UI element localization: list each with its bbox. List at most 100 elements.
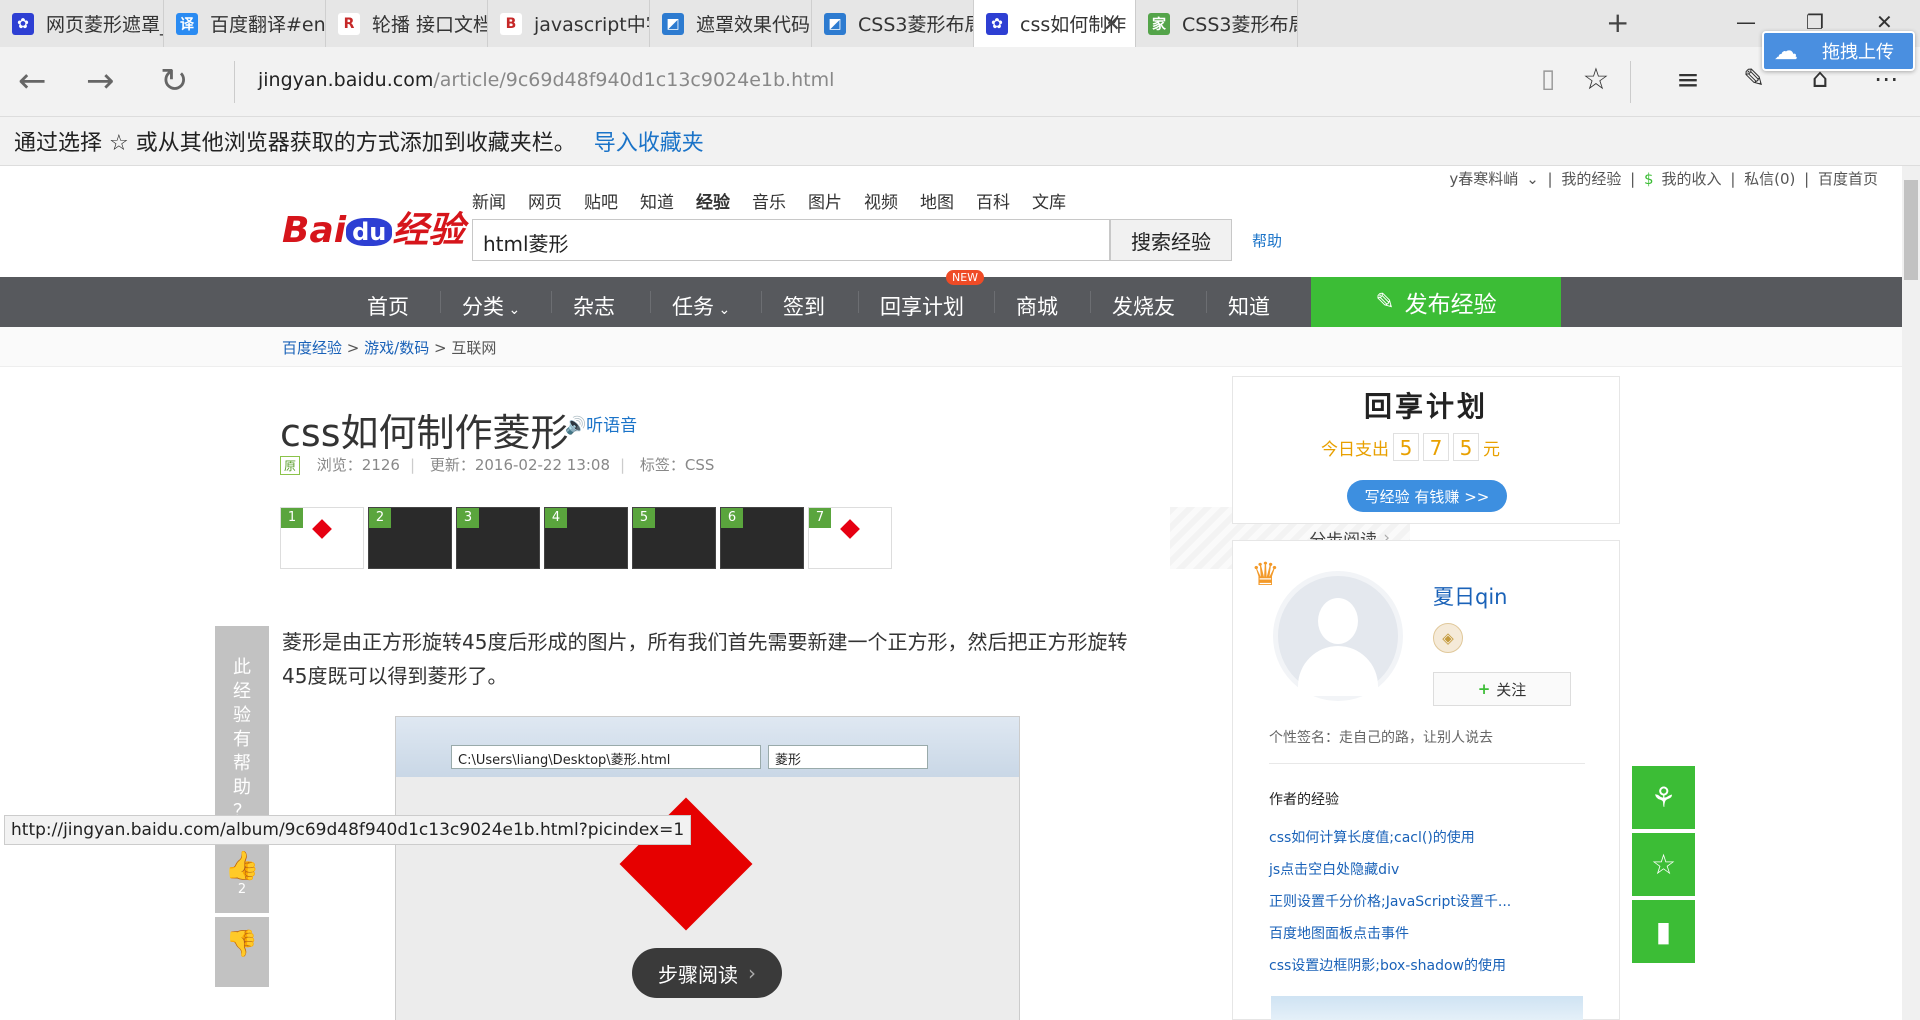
- speaker-icon: 🔊: [565, 416, 587, 436]
- author-card: ♛ 夏日qin ◈ + 关注 个性签名：走自己的路，让别人说去 作者的经验 css…: [1232, 540, 1620, 1020]
- today-spend: 今日支出 5 7 5 元: [1321, 433, 1500, 461]
- main-nav-label: 分类: [462, 295, 504, 319]
- main-nav-item[interactable]: 首页: [367, 291, 409, 321]
- scrollbar-thumb[interactable]: [1904, 180, 1918, 280]
- main-nav-item[interactable]: 发烧友: [1112, 291, 1175, 321]
- publish-experience-button[interactable]: ✎ 发布经验: [1311, 277, 1561, 327]
- reading-view-icon[interactable]: ▯: [1530, 61, 1566, 97]
- drag-upload-button[interactable]: ☁ 拖拽上传: [1762, 31, 1915, 71]
- step-thumbnail[interactable]: 6: [720, 507, 804, 569]
- chevron-down-icon[interactable]: ⌄: [1526, 170, 1539, 188]
- thumb-up-count: 2: [237, 882, 247, 897]
- article-title: css如何制作菱形: [280, 411, 569, 455]
- author-experience-link[interactable]: 百度地图面板点击事件: [1269, 923, 1409, 943]
- b-logo-icon: B: [500, 12, 522, 35]
- refresh-icon[interactable]: ↻: [160, 61, 189, 101]
- user-name-link[interactable]: y春寒料峭: [1449, 170, 1518, 188]
- close-tab-icon[interactable]: ✕: [1103, 12, 1121, 37]
- main-nav-item[interactable]: 知道: [1228, 291, 1270, 321]
- author-experience-link[interactable]: 正则设置千分价格;JavaScript设置千...: [1269, 891, 1511, 911]
- tab[interactable]: 家 CSS3菱形布局量: [1136, 0, 1298, 47]
- step-number: 2: [369, 508, 391, 528]
- main-nav-item[interactable]: 签到: [783, 291, 825, 321]
- follow-button[interactable]: + 关注: [1433, 672, 1571, 706]
- channel-link[interactable]: 知道: [640, 188, 674, 213]
- step-thumbnail[interactable]: 7: [808, 507, 892, 569]
- channel-link[interactable]: 图片: [808, 188, 842, 213]
- channel-link[interactable]: 文库: [1032, 188, 1066, 213]
- tab[interactable]: ◩ CSS3菱形布局量: [812, 0, 974, 47]
- main-nav-item[interactable]: 商城: [1016, 291, 1058, 321]
- avatar[interactable]: [1273, 571, 1403, 701]
- search-button[interactable]: 搜索经验: [1110, 219, 1232, 261]
- hub-icon[interactable]: ≡: [1670, 61, 1706, 97]
- my-income-link[interactable]: 我的收入: [1662, 170, 1722, 188]
- nav-separator: [440, 291, 441, 313]
- plus-icon: +: [1477, 680, 1491, 698]
- tab[interactable]: R 轮播 接口文档: [326, 0, 488, 47]
- logo-bai: Bai: [282, 210, 347, 251]
- bookmark-float-button[interactable]: ▮: [1632, 900, 1695, 963]
- my-experience-link[interactable]: 我的经验: [1561, 170, 1621, 188]
- channel-link[interactable]: 贴吧: [584, 188, 618, 213]
- import-favorites-link[interactable]: 导入收藏夹: [594, 125, 704, 157]
- back-icon[interactable]: ←: [18, 61, 47, 101]
- spend-unit: 元: [1483, 439, 1500, 460]
- float-toolbar: ⚘ ☆ ▮: [1632, 766, 1695, 963]
- step-thumbnail[interactable]: 2: [368, 507, 452, 569]
- step-number: 1: [281, 508, 303, 528]
- channel-link[interactable]: 地图: [920, 188, 954, 213]
- listen-button[interactable]: 🔊听语音: [565, 411, 637, 436]
- step-reading-button[interactable]: 步骤阅读 ›: [632, 948, 782, 998]
- step-thumbnail[interactable]: 3: [456, 507, 540, 569]
- listen-label: 听语音: [586, 416, 638, 436]
- main-nav-item[interactable]: 任务 ⌄: [672, 291, 730, 321]
- tab[interactable]: Bjavascript中字符: [488, 0, 650, 47]
- screenshot-tab: 菱形: [768, 745, 928, 769]
- channel-link[interactable]: 网页: [528, 188, 562, 213]
- author-experience-link[interactable]: js点击空白处隐藏div: [1269, 859, 1399, 879]
- thumb-up-button[interactable]: 👍 2: [215, 839, 269, 913]
- tab[interactable]: ✿ css如何制作 ✕: [974, 0, 1136, 47]
- breadcrumb-item[interactable]: 游戏/数码: [364, 339, 429, 357]
- breadcrumb-item[interactable]: 百度经验: [282, 339, 342, 357]
- main-nav-item[interactable]: 分类 ⌄: [462, 291, 520, 321]
- author-name[interactable]: 夏日qin: [1433, 581, 1507, 611]
- favorite-star-icon[interactable]: ☆: [1578, 61, 1614, 97]
- search-input[interactable]: html菱形: [472, 219, 1110, 261]
- spend-label: 今日支出: [1321, 439, 1389, 460]
- channel-link[interactable]: 新闻: [472, 188, 506, 213]
- breadcrumb-separator: >: [346, 339, 360, 357]
- channel-link[interactable]: 音乐: [752, 188, 786, 213]
- url-field[interactable]: jingyan.baidu.com/article/9c69d48f940d1c…: [258, 69, 834, 91]
- thumb-down-button[interactable]: 👎: [215, 917, 269, 987]
- baidu-jingyan-logo[interactable]: Bai du 经验: [282, 201, 464, 253]
- tab[interactable]: ◩ 遮罩效果代码 近: [650, 0, 812, 47]
- help-link[interactable]: 帮助: [1252, 230, 1282, 251]
- author-experience-link[interactable]: css设置边框阴影;box-shadow的使用: [1269, 955, 1506, 975]
- page-scrollbar[interactable]: [1902, 166, 1920, 1020]
- new-tab-button[interactable]: +: [1606, 6, 1629, 39]
- step-thumbnail[interactable]: 4: [544, 507, 628, 569]
- channel-link[interactable]: 经验: [696, 188, 730, 213]
- nav-separator: [994, 291, 995, 313]
- forward-icon[interactable]: →: [86, 61, 115, 101]
- spend-digit: 5: [1393, 433, 1419, 461]
- thumb-up-icon: 👍: [224, 849, 260, 882]
- diamond-preview: [312, 519, 332, 539]
- share-float-button[interactable]: ⚘: [1632, 766, 1695, 829]
- tab[interactable]: 译百度翻译#en/zh: [164, 0, 326, 47]
- step-thumbnail[interactable]: 1: [280, 507, 364, 569]
- main-nav-item[interactable]: 回享计划: [880, 291, 964, 321]
- tab[interactable]: ✿ 网页菱形遮罩_E: [0, 0, 164, 47]
- main-nav-item[interactable]: 杂志: [573, 291, 615, 321]
- baidu-home-link[interactable]: 百度首页: [1818, 170, 1878, 188]
- messages-link[interactable]: 私信(0): [1744, 170, 1795, 188]
- favorite-float-button[interactable]: ☆: [1632, 833, 1695, 896]
- write-experience-button[interactable]: 写经验 有钱赚 >>: [1347, 480, 1507, 512]
- minimize-button[interactable]: —: [1736, 10, 1756, 34]
- channel-link[interactable]: 百科: [976, 188, 1010, 213]
- author-experience-link[interactable]: css如何计算长度值;cacl()的使用: [1269, 827, 1475, 847]
- step-thumbnail[interactable]: 5: [632, 507, 716, 569]
- channel-link[interactable]: 视频: [864, 188, 898, 213]
